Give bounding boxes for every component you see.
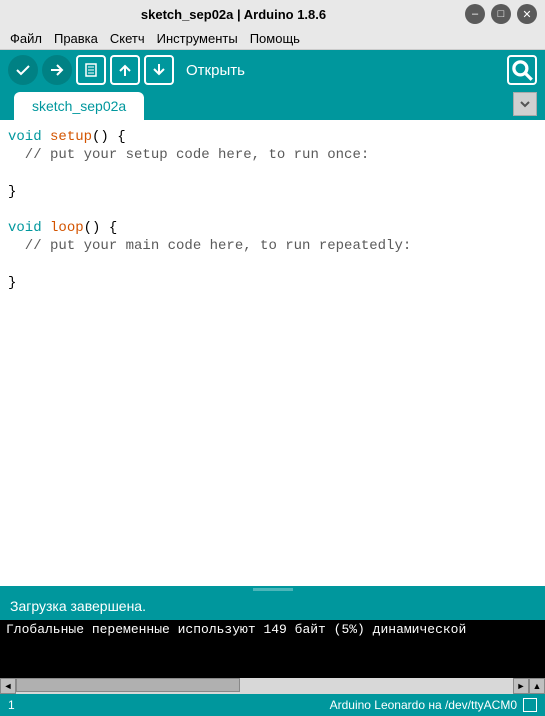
console-output[interactable]: Глобальные переменные используют 149 бай…: [0, 620, 545, 678]
menu-sketch[interactable]: Скетч: [104, 29, 151, 48]
code-keyword: void: [8, 129, 42, 145]
code-text: }: [8, 184, 16, 200]
verify-button[interactable]: [8, 55, 38, 85]
magnifier-icon: [509, 57, 535, 83]
code-keyword: void: [8, 220, 42, 236]
scroll-left-button[interactable]: ◄: [0, 678, 16, 694]
check-icon: [15, 62, 31, 78]
menu-file[interactable]: Файл: [4, 29, 48, 48]
tabbar: sketch_sep02a: [0, 90, 545, 120]
menubar: Файл Правка Скетч Инструменты Помощь: [0, 28, 545, 50]
minimize-button[interactable]: –: [465, 4, 485, 24]
code-editor[interactable]: void setup() { // put your setup code he…: [0, 120, 545, 586]
footer: 1 Arduino Leonardo на /dev/ttyACM0: [0, 694, 545, 716]
code-function: setup: [42, 129, 92, 145]
scroll-track[interactable]: [16, 678, 513, 694]
scroll-thumb[interactable]: [16, 678, 240, 692]
arrow-up-icon: [117, 62, 133, 78]
tab-sketch[interactable]: sketch_sep02a: [14, 92, 144, 120]
console-line: Глобальные переменные используют 149 бай…: [6, 622, 539, 637]
new-button[interactable]: [76, 55, 106, 85]
status-text: Загрузка завершена.: [10, 598, 146, 614]
menu-tools[interactable]: Инструменты: [151, 29, 244, 48]
footer-button[interactable]: [523, 698, 537, 712]
scroll-right-button[interactable]: ►: [513, 678, 529, 694]
menu-edit[interactable]: Правка: [48, 29, 104, 48]
scroll-up-button[interactable]: ▲: [529, 678, 545, 694]
toolbar-label: Открыть: [186, 62, 245, 79]
save-button[interactable]: [144, 55, 174, 85]
drag-handle-icon: [253, 588, 293, 591]
code-text: () {: [92, 129, 126, 145]
maximize-button[interactable]: □: [491, 4, 511, 24]
code-function: loop: [42, 220, 84, 236]
status-bar: Загрузка завершена.: [0, 592, 545, 620]
arrow-right-icon: [49, 62, 65, 78]
line-number: 1: [8, 698, 330, 712]
board-info: Arduino Leonardo на /dev/ttyACM0: [330, 698, 517, 712]
new-file-icon: [83, 62, 99, 78]
upload-button[interactable]: [42, 55, 72, 85]
window-title: sketch_sep02a | Arduino 1.8.6: [8, 7, 459, 22]
code-text: }: [8, 275, 16, 291]
menu-help[interactable]: Помощь: [244, 29, 306, 48]
close-button[interactable]: ✕: [517, 4, 537, 24]
code-comment: // put your main code here, to run repea…: [8, 238, 411, 254]
code-comment: // put your setup code here, to run once…: [8, 147, 369, 163]
open-button[interactable]: [110, 55, 140, 85]
serial-monitor-button[interactable]: [507, 55, 537, 85]
chevron-down-icon: [519, 98, 531, 110]
horizontal-scrollbar: ◄ ► ▲: [0, 678, 545, 694]
toolbar: Открыть: [0, 50, 545, 90]
tab-menu-button[interactable]: [513, 92, 537, 116]
arrow-down-icon: [151, 62, 167, 78]
titlebar: sketch_sep02a | Arduino 1.8.6 – □ ✕: [0, 0, 545, 28]
code-text: () {: [84, 220, 118, 236]
